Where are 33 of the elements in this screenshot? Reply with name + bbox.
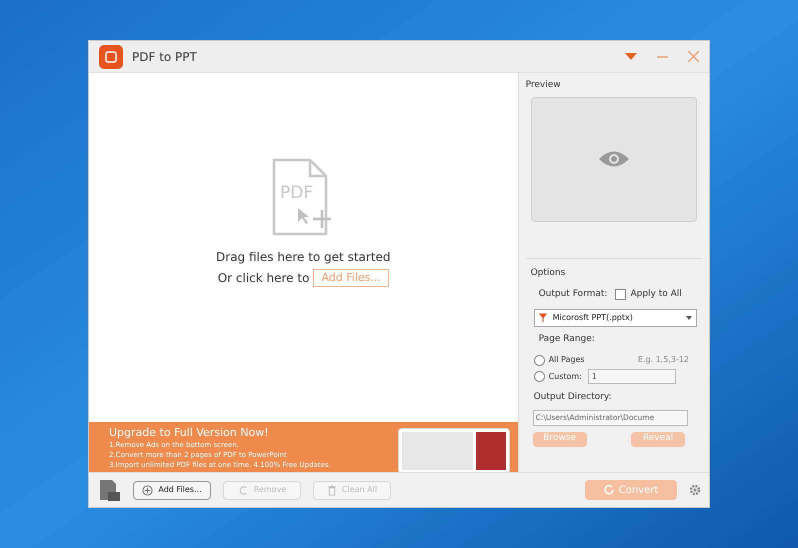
format-value: Micorosft PPT(.pptx) xyxy=(552,312,634,324)
undo-icon xyxy=(238,484,249,496)
range-hint: E.g. 1,5,3-12 xyxy=(638,354,689,366)
trash-icon xyxy=(326,484,337,496)
page-range-label: Page Range: xyxy=(538,332,596,346)
app-logo-icon xyxy=(99,44,123,68)
apply-to-all-label: Apply to All xyxy=(630,288,682,301)
eye-icon xyxy=(598,150,630,168)
pdf-stack-icon xyxy=(97,478,121,502)
preview-label: Preview xyxy=(526,79,562,92)
radio-button[interactable] xyxy=(534,371,545,382)
window-title: PDF to PPT xyxy=(132,48,197,66)
format-dropdown[interactable]: Micorosft PPT(.pptx) xyxy=(534,308,697,326)
toolbar-button[interactable]: Add Files... xyxy=(133,480,211,500)
click-instruction: Or click here to xyxy=(218,270,310,287)
drop-instruction: Drag files here to get started xyxy=(216,249,391,266)
caret-icon xyxy=(686,316,692,320)
apply-to-all-checkbox[interactable] xyxy=(615,289,626,300)
plus-icon xyxy=(142,484,154,496)
custom-range-field[interactable]: 1 xyxy=(588,369,676,384)
add-files-button[interactable]: Add Files... xyxy=(313,269,389,287)
close-icon[interactable] xyxy=(688,51,699,62)
settings-icon[interactable] xyxy=(689,484,701,496)
banner-title: Upgrade to Full Version Now! xyxy=(109,426,270,440)
radio-label: Custom: xyxy=(548,370,582,382)
output-directory-label: Output Directory: xyxy=(532,391,613,404)
output-format-label: Output Format: xyxy=(538,288,608,301)
minimize-icon[interactable] xyxy=(657,56,668,58)
radio-button[interactable] xyxy=(534,354,545,366)
options-label: Options xyxy=(530,266,566,280)
refresh-icon xyxy=(604,485,614,495)
radio-label: All Pages xyxy=(548,354,586,366)
dropdown-icon[interactable] xyxy=(625,53,637,60)
